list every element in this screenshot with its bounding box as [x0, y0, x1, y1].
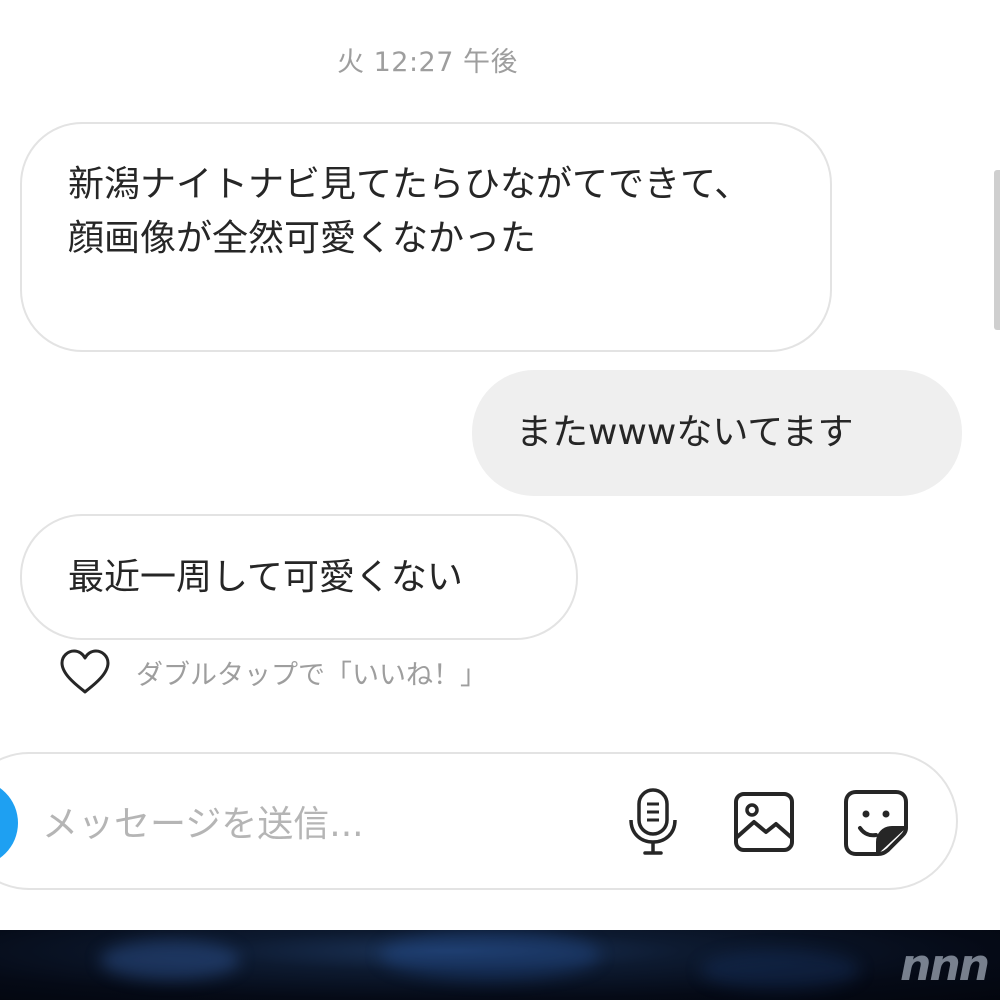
message-timestamp: 火 12:27 午後	[337, 47, 518, 78]
sticker-button[interactable]	[840, 786, 912, 858]
microphone-icon	[629, 788, 677, 855]
message-input[interactable]	[42, 796, 602, 852]
microphone-button[interactable]	[617, 786, 689, 858]
message-bubble-outgoing[interactable]: またwwwないてます	[472, 370, 962, 496]
like-hint-text: ダブルタップで「いいね！」	[136, 659, 487, 691]
heart-outline-icon[interactable]	[58, 648, 112, 696]
site-watermark-logo: nnn	[900, 940, 990, 991]
message-bubble-incoming[interactable]: 最近一周して可愛くない	[20, 514, 578, 640]
sticker-icon	[844, 790, 908, 856]
chat-screen: 火 12:27 午後 新潟ナイトナビ見てたらひながてできて、 顔画像が全然可愛く…	[0, 0, 1000, 1000]
image-gallery-icon	[734, 792, 794, 852]
double-tap-like-hint: ダブルタップで「いいね！」	[58, 648, 487, 696]
message-bubble-incoming[interactable]: 新潟ナイトナビ見てたらひながてできて、 顔画像が全然可愛くなかった	[20, 122, 832, 352]
scroll-indicator[interactable]	[994, 170, 1000, 330]
gallery-button[interactable]	[728, 786, 800, 858]
background-wallpaper-strip: nnn	[0, 930, 1000, 1000]
